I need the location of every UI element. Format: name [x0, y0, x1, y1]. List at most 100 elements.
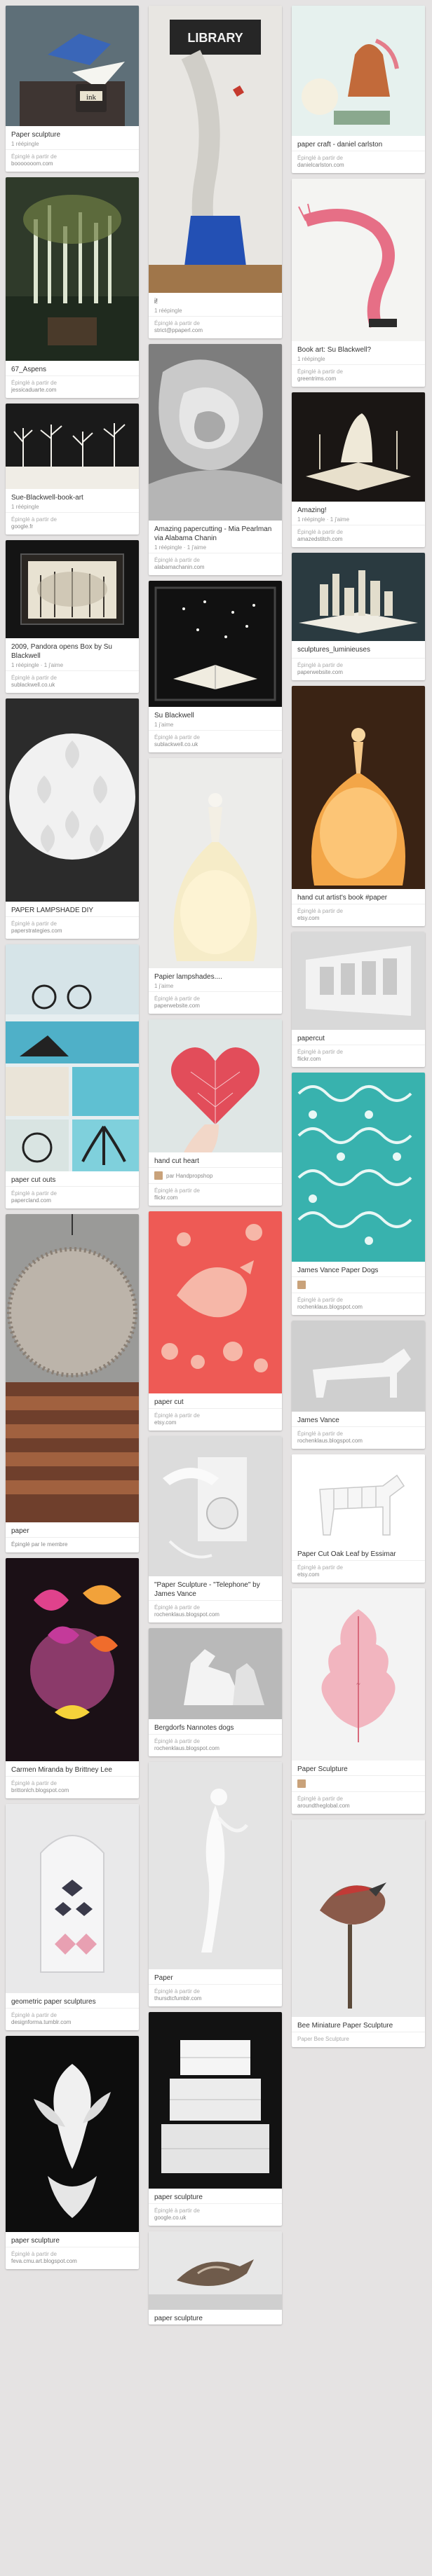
pin-source[interactable]: Épinglé à partir de alabamachanin.com [149, 553, 282, 575]
pin-source[interactable]: Épinglé à partir de paperwebsite.com [292, 658, 425, 680]
pin-title[interactable]: Paper sculpture [6, 126, 139, 141]
pin-source[interactable]: Épinglé à partir de etsy.com [292, 904, 425, 926]
pin-card[interactable]: Sue-Blackwell-book-art 1 réépingle Éping… [6, 404, 139, 535]
pin-source[interactable]: Épinglé à partir de rochenklaus.blogspot.… [149, 1734, 282, 1756]
pin-image[interactable] [6, 2036, 139, 2232]
pin-image[interactable] [149, 1628, 282, 1719]
pin-source[interactable]: Épinglé à partir de feva.cmu.art.blogspot… [6, 2247, 139, 2269]
pin-image[interactable] [149, 1019, 282, 1152]
pin-image[interactable] [149, 581, 282, 707]
pin-source[interactable]: Épinglé à partir de jessicaduarte.com [6, 376, 139, 398]
pin-card[interactable]: paper sculpture [149, 2231, 282, 2324]
pin-image[interactable] [149, 758, 282, 968]
pin-image[interactable] [292, 1819, 425, 2017]
pin-source[interactable]: Épinglé à partir de booooooom.com [6, 149, 139, 172]
pin-title[interactable]: James Vance Paper Dogs [292, 1262, 425, 1276]
pin-image[interactable] [292, 1454, 425, 1545]
pin-image[interactable] [149, 2012, 282, 2189]
pin-source[interactable]: Épinglé à partir de sublackwell.co.uk [149, 730, 282, 752]
pin-image[interactable]: LIBRARY [149, 6, 282, 293]
pin-title[interactable]: papercut [292, 1030, 425, 1045]
pin-title[interactable]: Amazing! [292, 502, 425, 516]
pin-attribution[interactable]: par Handpropshop [149, 1167, 282, 1183]
pin-title[interactable]: paper cut outs [6, 1171, 139, 1186]
pin-card[interactable]: Su Blackwell 1 j'aime Épinglé à partir d… [149, 581, 282, 752]
pin-image[interactable] [292, 392, 425, 502]
pin-title[interactable]: paper sculpture [149, 2310, 282, 2324]
pin-source[interactable]: Épinglé à partir de paperstrategies.com [6, 916, 139, 939]
pin-image[interactable] [149, 344, 282, 521]
pin-title[interactable]: Su Blackwell [149, 707, 282, 722]
pin-title[interactable]: Book art: Su Blackwell? [292, 341, 425, 356]
pin-image[interactable] [6, 698, 139, 902]
pin-source[interactable]: Épinglé à partir de google.fr [6, 512, 139, 535]
pin-source[interactable]: Épinglé à partir de etsy.com [149, 1408, 282, 1431]
pin-attribution[interactable] [292, 1276, 425, 1293]
pin-card[interactable]: Bergdorfs Nannotes dogs Épinglé à partir… [149, 1628, 282, 1756]
pin-card[interactable]: Papier lampshades.... 1 j'aime Épinglé à… [149, 758, 282, 1014]
pin-image[interactable] [149, 1762, 282, 1969]
pin-title[interactable]: "Paper Sculpture - "Telephone" by James … [149, 1576, 282, 1600]
pin-source[interactable]: Épinglé à partir de strict@ppaperl.com [149, 316, 282, 338]
pin-title[interactable]: Paper [149, 1969, 282, 1984]
pin-title[interactable]: paper [6, 1522, 139, 1537]
pin-card[interactable]: sculptures_luminieuses Épinglé à partir … [292, 553, 425, 680]
pin-image[interactable] [292, 553, 425, 641]
pin-card[interactable]: Book art: Su Blackwell? 1 réépingle Épin… [292, 179, 425, 387]
pin-source[interactable]: Épinglé à partir de flickr.com [292, 1045, 425, 1067]
pin-card[interactable]: paper Épinglé par le membre [6, 1214, 139, 1552]
pin-card[interactable]: James Vance Paper Dogs Épinglé à partir … [292, 1073, 425, 1315]
pin-image[interactable] [292, 179, 425, 341]
pin-source[interactable]: Épinglé à partir de thursdtcfumblr.com [149, 1984, 282, 2006]
pin-title[interactable]: PAPER LAMPSHADE DIY [6, 902, 139, 916]
pin-title[interactable]: James Vance [292, 1412, 425, 1426]
pin-card[interactable]: paper sculpture Épinglé à partir de googl… [149, 2012, 282, 2226]
pin-card[interactable]: James Vance Épinglé à partir de rochenkla… [292, 1321, 425, 1449]
pin-card[interactable]: ~ Paper Sculpture Épinglé à partir de aro… [292, 1588, 425, 1814]
pin-source[interactable]: Épinglé à partir de rochenklaus.blogspot.… [292, 1426, 425, 1449]
pin-image[interactable]: ink [6, 6, 139, 126]
pin-card[interactable]: "Paper Sculpture - "Telephone" by James … [149, 1436, 282, 1623]
pin-card[interactable]: hand cut artist's book #paper Épinglé à … [292, 686, 425, 926]
pin-attribution[interactable] [292, 1775, 425, 1791]
pin-source[interactable]: Épinglé à partir de flickr.com [149, 1183, 282, 1206]
pin-image[interactable] [292, 1321, 425, 1412]
pin-card[interactable]: Paper Cut Oak Leaf by Essimar Épinglé à … [292, 1454, 425, 1583]
pin-source[interactable]: Épinglé à partir de amazedstitch.com [292, 525, 425, 547]
pin-title[interactable]: Bee Miniature Paper Sculpture [292, 2017, 425, 2032]
pin-card[interactable]: geometric paper sculptures Épinglé à par… [6, 1804, 139, 2030]
pin-card[interactable]: PAPER LAMPSHADE DIY Épinglé à partir de p… [6, 698, 139, 939]
pin-source[interactable]: Épinglé à partir de danielcarlston.com [292, 151, 425, 173]
pin-card[interactable]: Paper Épinglé à partir de thursdtcfumblr.… [149, 1762, 282, 2006]
pin-card[interactable]: Carmen Miranda by Brittney Lee Épinglé à… [6, 1558, 139, 1798]
pin-image[interactable] [292, 1073, 425, 1262]
pin-source[interactable]: Épinglé à partir de paperwebsite.com [149, 991, 282, 1014]
pin-title[interactable]: 2009, Pandora opens Box by Su Blackwell [6, 638, 139, 662]
pin-title[interactable]: hand cut artist's book #paper [292, 889, 425, 904]
pin-title[interactable]: Amazing papercutting - Mia Pearlman via … [149, 521, 282, 544]
pin-title[interactable]: Carmen Miranda by Brittney Lee [6, 1761, 139, 1776]
pin-card[interactable]: paper sculpture Épinglé à partir de feva.… [6, 2036, 139, 2269]
pin-title[interactable]: paper sculpture [6, 2232, 139, 2247]
pin-card[interactable]: LIBRARY i! 1 réépingle Épinglé à partir … [149, 6, 282, 338]
pin-image[interactable] [149, 2231, 282, 2310]
pin-card[interactable]: paper craft - daniel carlston Épinglé à … [292, 6, 425, 173]
pin-source[interactable]: Épinglé à partir de aroundtheglobal.com [292, 1791, 425, 1814]
pin-image[interactable] [149, 1211, 282, 1393]
pin-title[interactable]: geometric paper sculptures [6, 1993, 139, 2008]
pin-source[interactable]: Épinglé à partir de google.co.uk [149, 2203, 282, 2226]
pin-image[interactable] [6, 944, 139, 1171]
pin-source[interactable]: Paper Bee Sculpture [292, 2032, 425, 2047]
pin-image[interactable] [6, 404, 139, 489]
pin-title[interactable]: paper cut [149, 1393, 282, 1408]
pin-image[interactable] [6, 1558, 139, 1761]
pin-card[interactable]: Amazing! 1 réépingle · 1 j'aime Épinglé … [292, 392, 425, 547]
pin-card[interactable]: paper cut Épinglé à partir de etsy.com [149, 1211, 282, 1431]
pin-title[interactable]: paper craft - daniel carlston [292, 136, 425, 151]
pin-title[interactable]: Paper Sculpture [292, 1761, 425, 1775]
pin-title[interactable]: i! [149, 293, 282, 308]
pin-source[interactable]: Épinglé par le membre [6, 1537, 139, 1552]
pin-card[interactable]: 2009, Pandora opens Box by Su Blackwell … [6, 540, 139, 693]
pin-source[interactable]: Épinglé à partir de etsy.com [292, 1560, 425, 1583]
pin-title[interactable]: sculptures_luminieuses [292, 641, 425, 656]
